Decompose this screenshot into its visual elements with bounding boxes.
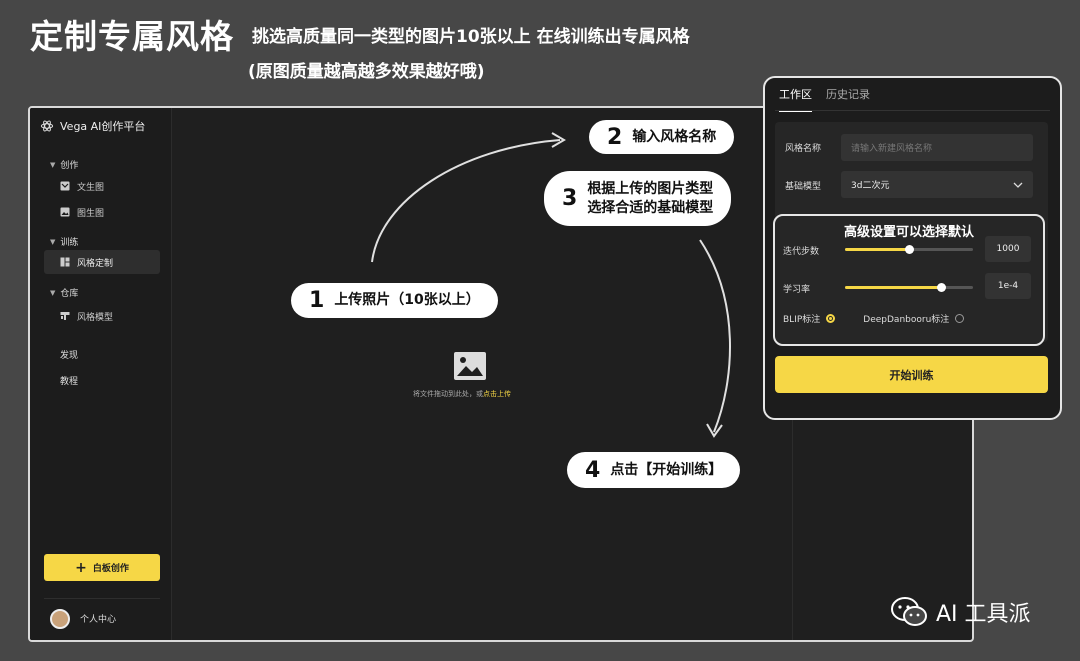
image-icon <box>60 207 70 217</box>
iterations-slider[interactable] <box>845 245 973 254</box>
panel-tabs: 工作区 历史记录 <box>779 86 870 112</box>
radio-deepdanbooru-label: DeepDanbooru标注 <box>863 315 950 325</box>
sidebar-item-discover[interactable]: 发现 <box>60 348 78 361</box>
step-text: 上传照片（10张以上） <box>334 292 480 309</box>
upload-hint-text: 将文件拖动到此处，或 <box>413 390 483 398</box>
step-number: 4 <box>585 457 601 483</box>
radio-selected-icon[interactable] <box>826 314 836 323</box>
step-4-pill: 4 点击【开始训练】 <box>567 452 741 488</box>
radio-deepdanbooru[interactable]: DeepDanbooru标注 <box>863 312 965 325</box>
nav-group-label: 仓库 <box>60 289 79 299</box>
step-text-line: 选择合适的基础模型 <box>587 199 714 216</box>
step-text: 输入风格名称 <box>632 128 717 145</box>
whiteboard-label: 白板创作 <box>92 564 129 574</box>
wechat-icon <box>891 597 927 626</box>
iterations-label: 迭代步数 <box>783 247 820 257</box>
sidebar-item-tutorial[interactable]: 教程 <box>60 374 78 387</box>
watermark: AI 工具派 <box>890 596 1031 628</box>
upload-image-icon[interactable] <box>453 351 487 381</box>
nav-group-train[interactable]: ▼ 训练 <box>50 235 79 249</box>
step-number: 3 <box>562 186 578 211</box>
vega-logo-icon <box>40 120 54 132</box>
chevron-down-icon <box>1013 182 1023 188</box>
sidebar-item-style-model[interactable]: 风格模型 <box>44 304 160 328</box>
sidebar-item-style-custom[interactable]: 风格定制 <box>44 250 160 274</box>
sidebar-item-text2img[interactable]: 文生图 <box>44 174 160 198</box>
nav-group-label: 创作 <box>60 161 79 171</box>
workspace-panel: 工作区 历史记录 风格名称 请输入新建风格名称 基础模型 3d二次元 高级设置可… <box>763 76 1062 420</box>
base-model-select[interactable]: 3d二次元 <box>841 171 1033 198</box>
app-name: Vega AI创作平台 <box>60 120 146 133</box>
style-name-placeholder: 请输入新建风格名称 <box>851 144 933 154</box>
style-name-input[interactable]: 请输入新建风格名称 <box>841 134 1033 161</box>
app-logo[interactable]: Vega AI创作平台 <box>40 118 145 134</box>
plus-icon: + <box>75 559 87 576</box>
step-1-pill: 1 上传照片（10张以上） <box>291 283 498 318</box>
model-icon <box>60 312 70 320</box>
step-text: 根据上传的图片类型 选择合适的基础模型 <box>587 180 713 218</box>
tabs-divider <box>775 110 1050 111</box>
nav-group-label: 训练 <box>60 238 79 248</box>
step-number: 1 <box>309 288 325 313</box>
upload-link[interactable]: 点击上传 <box>483 390 511 398</box>
learning-rate-label: 学习率 <box>783 285 811 295</box>
sidebar-item-label: 风格定制 <box>77 258 114 269</box>
tab-history[interactable]: 历史记录 <box>826 86 870 112</box>
step-text: 点击【开始训练】 <box>610 461 723 478</box>
step-number: 2 <box>607 124 623 150</box>
caret-down-icon: ▼ <box>50 237 56 246</box>
learning-rate-slider[interactable] <box>845 283 973 292</box>
sidebar-item-label: 风格模型 <box>77 312 114 323</box>
grid-layout-icon <box>60 257 70 267</box>
caret-down-icon: ▼ <box>50 288 56 297</box>
banner-subtitle-2: (原图质量越高越多效果越好哦) <box>248 62 485 82</box>
banner-subtitle: 挑选高质量同一类型的图片10张以上 在线训练出专属风格 <box>252 27 690 47</box>
tab-workspace[interactable]: 工作区 <box>779 86 812 112</box>
whiteboard-create-button[interactable]: + 白板创作 <box>44 554 160 581</box>
base-model-label: 基础模型 <box>785 182 822 192</box>
step-text-line: 根据上传的图片类型 <box>587 180 714 197</box>
radio-blip-label: BLIP标注 <box>783 315 821 325</box>
upload-hint: 将文件拖动到此处，或点击上传 <box>413 389 511 399</box>
iterations-value[interactable]: 1000 <box>985 236 1031 262</box>
iterations-knob[interactable] <box>905 245 914 254</box>
radio-unselected-icon[interactable] <box>955 314 965 323</box>
advanced-settings: 高级设置可以选择默认 迭代步数 1000 学习率 1e-4 BLIP标注 Dee… <box>773 214 1045 346</box>
step-3-pill: 3 根据上传的图片类型 选择合适的基础模型 <box>544 171 732 226</box>
step-2-pill: 2 输入风格名称 <box>589 120 735 154</box>
iterations-fill <box>845 248 909 251</box>
learning-rate-fill <box>845 286 941 289</box>
nav-group-create[interactable]: ▼ 创作 <box>50 158 79 172</box>
base-model-value: 3d二次元 <box>851 181 890 191</box>
sidebar-item-label: 图生图 <box>77 208 105 219</box>
avatar <box>50 608 70 629</box>
caret-down-icon: ▼ <box>50 160 56 169</box>
user-center-label: 个人中心 <box>80 615 117 625</box>
learning-rate-knob[interactable] <box>937 283 946 292</box>
annotation-options: BLIP标注 DeepDanbooru标注 <box>783 312 965 325</box>
radio-blip[interactable]: BLIP标注 <box>783 312 836 325</box>
sidebar-item-img2img[interactable]: 图生图 <box>44 200 160 224</box>
user-center[interactable]: 个人中心 <box>44 598 160 638</box>
text-image-icon <box>60 181 70 191</box>
banner-title: 定制专属风格 <box>30 17 234 56</box>
watermark-text: AI 工具派 <box>936 602 1031 627</box>
sidebar: Vega AI创作平台 ▼ 创作 文生图 图生图 ▼ 训练 风格定制 ▼ 仓库 <box>30 108 172 640</box>
start-training-button[interactable]: 开始训练 <box>775 356 1048 393</box>
learning-rate-value[interactable]: 1e-4 <box>985 273 1031 299</box>
sidebar-item-label: 文生图 <box>77 182 105 193</box>
nav-group-repo[interactable]: ▼ 仓库 <box>50 286 79 300</box>
style-name-label: 风格名称 <box>785 144 822 154</box>
